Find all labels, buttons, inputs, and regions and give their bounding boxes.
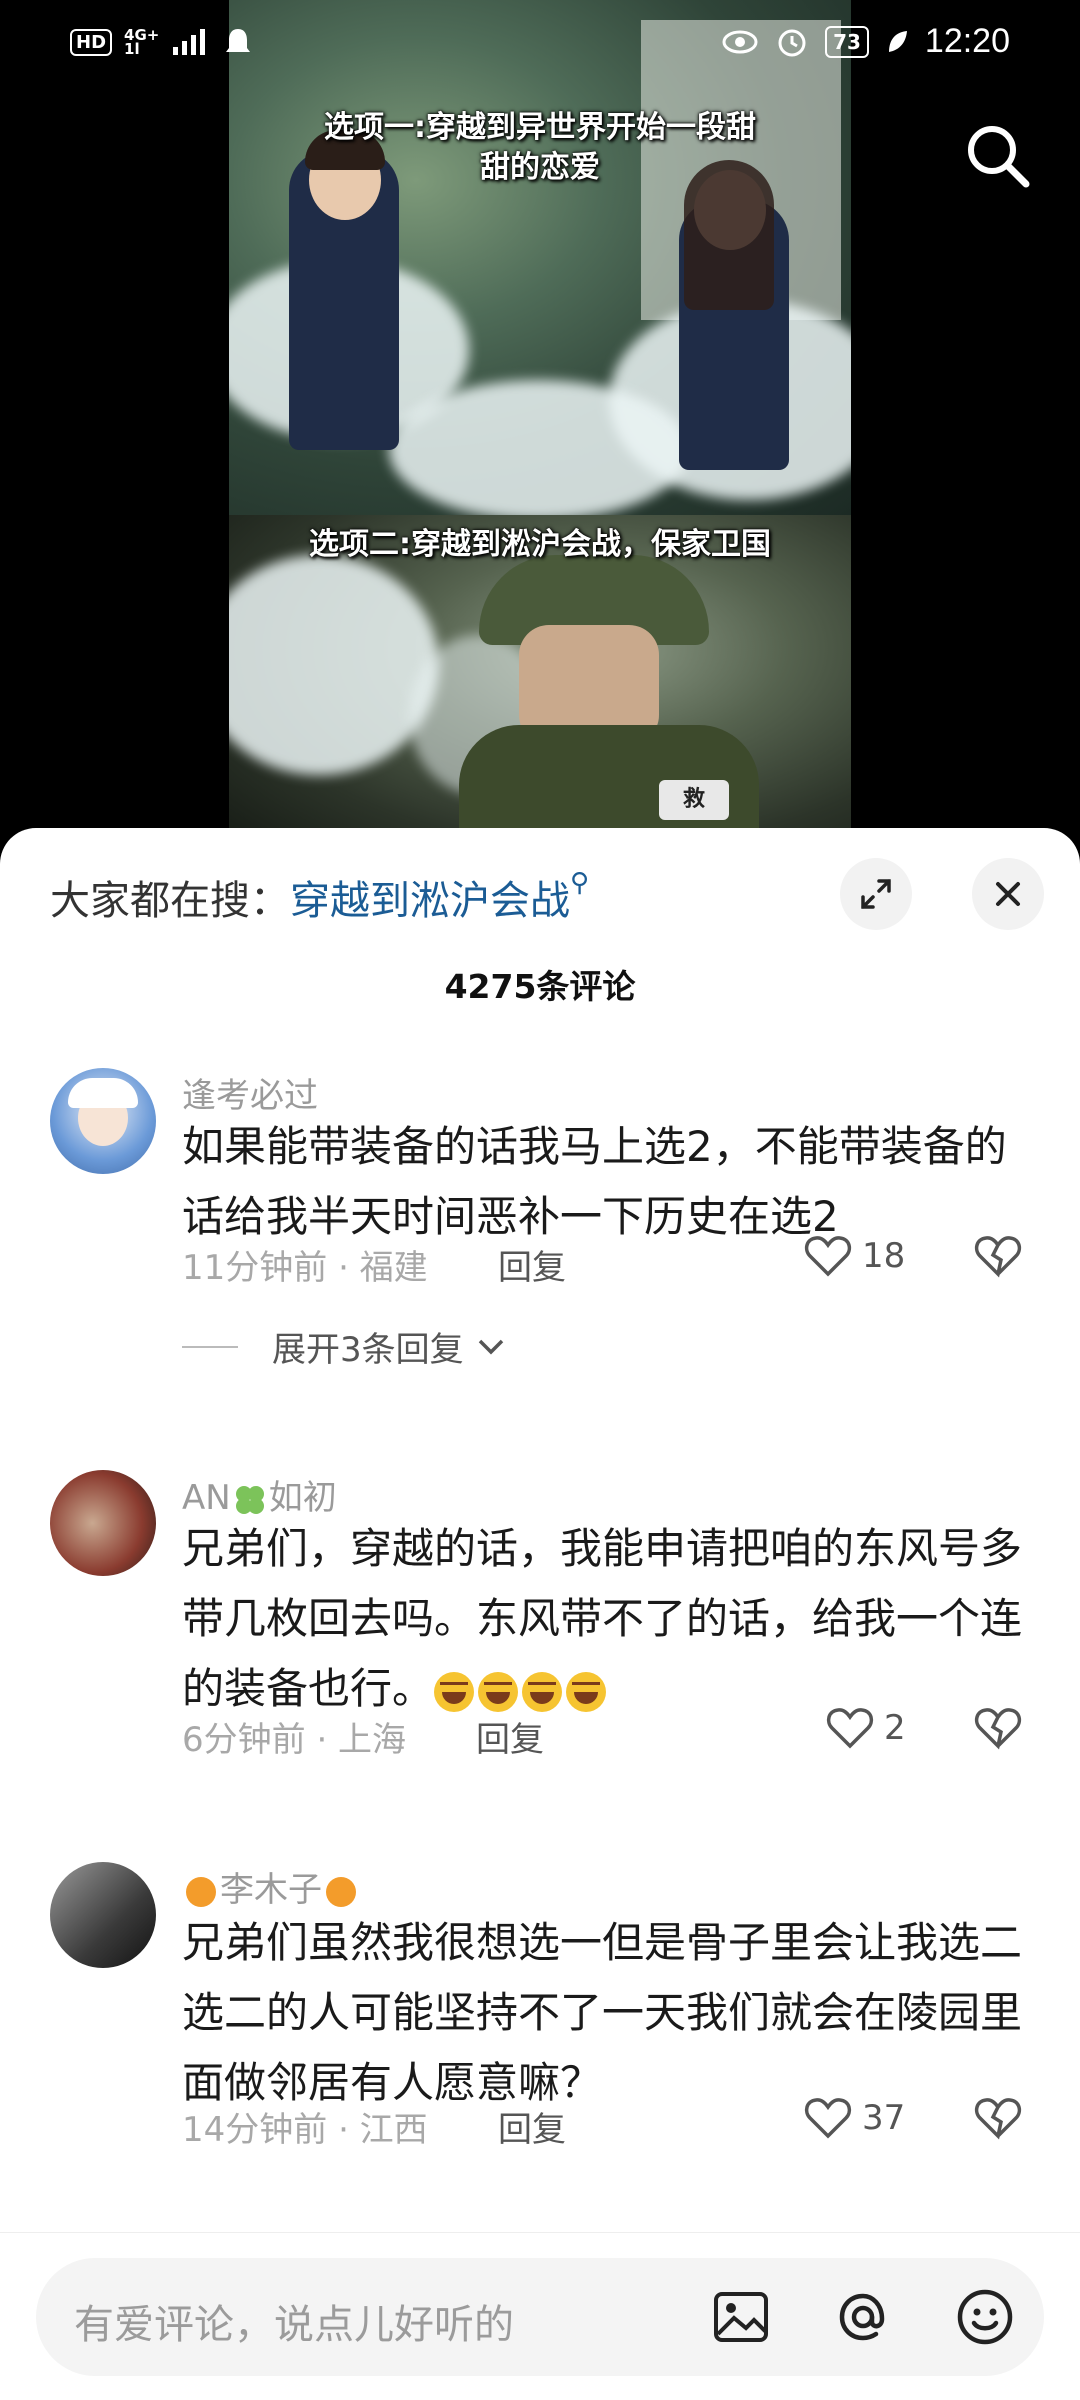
- heart-icon: [804, 1236, 852, 1277]
- avatar[interactable]: [50, 1470, 156, 1576]
- comment-time-location: 11分钟前 · 福建: [182, 1248, 428, 1288]
- network-indicator: 4G+ 1l: [124, 26, 160, 58]
- close-button[interactable]: [972, 858, 1044, 930]
- trending-search-keyword[interactable]: 穿越到淞沪会战: [290, 878, 570, 924]
- image-icon[interactable]: [710, 2286, 772, 2348]
- like-count: 2: [884, 1708, 906, 1748]
- dislike-broken-heart-icon[interactable]: [974, 1706, 1022, 1750]
- status-right: 73 12:20: [721, 22, 1010, 61]
- status-left: HD 4G+ 1l: [70, 26, 253, 58]
- heart-icon: [826, 1708, 874, 1749]
- option1-caption: 选项一:穿越到异世界开始一段甜 甜的恋爱: [324, 110, 756, 185]
- at-icon[interactable]: [832, 2286, 894, 2348]
- armband-badge: 救: [659, 780, 729, 820]
- commenter-name[interactable]: 逢考必过: [182, 1068, 318, 1117]
- signal-icon: [173, 29, 206, 55]
- expand-replies-label: 展开3条回复: [272, 1330, 464, 1370]
- cloud-shape: [229, 555, 439, 775]
- option2-caption: 选项二:穿越到淞沪会战，保家卫国: [309, 527, 771, 562]
- trending-search-prefix: 大家都在搜：: [50, 878, 290, 924]
- comment-time-location: 14分钟前 · 江西: [182, 2110, 428, 2150]
- comment-text: 兄弟们虽然我很想选一但是骨子里会让我选二选二的人可能坚持不了一天我们就会在陵园里…: [182, 1918, 1023, 2107]
- crying-emoji-icon: [478, 1671, 519, 1712]
- status-bar: HD 4G+ 1l 73 12:20: [0, 0, 1080, 92]
- crying-emoji-icon: [522, 1671, 563, 1712]
- crying-emoji-icon: [434, 1671, 475, 1712]
- reply-button[interactable]: 回复: [476, 1712, 544, 1761]
- expand-icon: [861, 879, 891, 909]
- reply-divider-line: [182, 1345, 238, 1348]
- clock: 12:20: [924, 22, 1010, 60]
- like-button[interactable]: 37: [804, 2096, 905, 2140]
- eye-icon: [722, 30, 758, 53]
- pumpkin-emoji-icon: [326, 1876, 356, 1907]
- video-scene-option2: 救 选项二:穿越到淞沪会战，保家卫国: [229, 515, 851, 850]
- dislike-broken-heart-icon[interactable]: [974, 2096, 1022, 2140]
- alarm-icon: [778, 29, 806, 56]
- cloud-shape: [389, 380, 689, 520]
- comment-time-location: 6分钟前 · 上海: [182, 1720, 407, 1760]
- notification-bell-icon: [226, 29, 251, 52]
- like-count: 18: [862, 1236, 906, 1276]
- comment-input-bar[interactable]: 有爱评论，说点儿好听的: [36, 2258, 1044, 2376]
- like-count: 37: [862, 2098, 906, 2138]
- emoji-icon[interactable]: [954, 2286, 1016, 2348]
- video-player[interactable]: 选项一:穿越到异世界开始一段甜 甜的恋爱 救 选项二:穿越到淞沪会战，保家卫国: [229, 0, 851, 850]
- heart-icon: [804, 2098, 852, 2139]
- like-button[interactable]: 18: [804, 1234, 905, 1278]
- hd-badge: HD: [70, 28, 113, 56]
- crying-emoji-icon: [566, 1671, 607, 1712]
- comment-input-placeholder[interactable]: 有爱评论，说点儿好听的: [74, 2292, 514, 2350]
- avatar[interactable]: [50, 1862, 156, 1968]
- expand-button[interactable]: [840, 858, 912, 930]
- reply-button[interactable]: 回复: [498, 2102, 566, 2151]
- commenter-name[interactable]: AN 如初: [182, 1470, 337, 1519]
- dislike-broken-heart-icon[interactable]: [974, 1234, 1022, 1278]
- comment-count: 4275条评论: [444, 967, 636, 1006]
- expand-replies-button[interactable]: 展开3条回复: [182, 1322, 506, 1371]
- comment-text: 兄弟们，穿越的话，我能申请把咱的东风号多带几枚回去吗。东风带不了的话，给我一个连…: [182, 1524, 1023, 1713]
- reply-button[interactable]: 回复: [498, 1240, 566, 1289]
- leaf-icon: [888, 30, 907, 52]
- small-search-icon: ⚲: [570, 868, 590, 898]
- battery-indicator: 73: [825, 25, 869, 58]
- commenter-name[interactable]: 李木子: [182, 1862, 360, 1911]
- comment-sheet: 大家都在搜：穿越到淞沪会战⚲ 4275条评论 逢考必过 如果能带装备的话我马上选…: [0, 828, 1080, 2400]
- close-icon: [996, 882, 1020, 906]
- clover-icon: [235, 1485, 264, 1514]
- search-icon[interactable]: [962, 120, 1032, 190]
- like-button[interactable]: 2: [826, 1706, 906, 1750]
- trending-search[interactable]: 大家都在搜：穿越到淞沪会战⚲: [50, 868, 589, 926]
- input-divider: [0, 2232, 1080, 2233]
- pumpkin-emoji-icon: [186, 1876, 216, 1907]
- avatar[interactable]: [50, 1068, 156, 1174]
- comment-text: 如果能带装备的话我马上选2，不能带装备的话给我半天时间恶补一下历史在选2: [182, 1122, 1007, 1241]
- chevron-down-icon: [478, 1339, 503, 1354]
